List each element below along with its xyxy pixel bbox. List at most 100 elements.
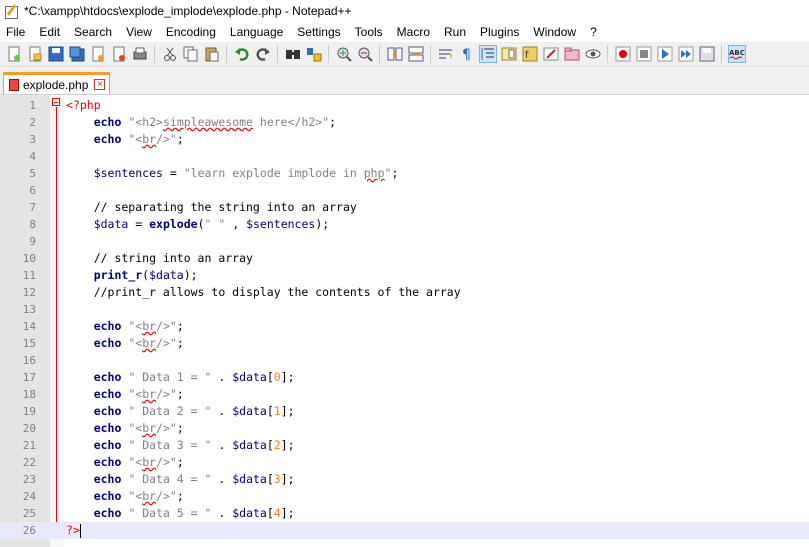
zoom-in-icon[interactable] [336,46,352,62]
record-macro-icon[interactable] [615,46,631,62]
menu-tools[interactable]: Tools [348,22,390,42]
undo-icon[interactable] [234,46,250,62]
menu-settings[interactable]: Settings [290,22,347,42]
toolbar-separator [430,45,431,63]
code-line[interactable]: 7 // separating the string into an array [0,199,809,216]
save-macro-icon[interactable] [699,46,715,62]
code-line[interactable]: 18 echo "<br/>"; [0,386,809,403]
play-macro-icon[interactable] [657,46,673,62]
code-text: // string into an array [66,251,253,265]
code-text: print_r($data); [93,268,198,282]
code-line[interactable]: 6 [0,182,809,199]
menu-macro[interactable]: Macro [390,22,437,42]
code-text: echo " Data 2 = " . $data[1]; [93,404,295,418]
cut-icon[interactable] [162,46,178,62]
paste-icon[interactable] [204,46,220,62]
menu-file[interactable]: File [0,22,32,42]
menu-encoding[interactable]: Encoding [159,22,223,42]
notepadpp-app-icon [4,4,18,19]
code-line[interactable]: 14 echo "<br/>"; [0,318,809,335]
code-line[interactable]: 22 echo "<br/>"; [0,454,809,471]
close-all-icon[interactable] [111,46,127,62]
doc-map-icon[interactable] [501,46,517,62]
window-title: *C:\xampp\htdocs\explode_implode\explode… [24,4,352,18]
code-line[interactable]: 5 $sentences = "learn explode implode in… [0,165,809,182]
code-line[interactable]: 17 echo " Data 1 = " . $data[0]; [0,369,809,386]
close-icon[interactable] [90,46,106,62]
line-number: 4 [29,150,36,163]
tab-close-icon[interactable]: × [94,79,106,90]
code-text: echo "<br/>"; [93,336,184,350]
open-file-icon[interactable] [27,46,43,62]
menu-search[interactable]: Search [67,22,119,42]
code-line[interactable]: 1 <?php [0,97,809,114]
code-line[interactable]: 8 $data = explode(" " , $sentences); [0,216,809,233]
toolbar: ¶ f ABC [0,42,809,67]
code-line[interactable]: 9 [0,233,809,250]
code-line[interactable]: 3 echo "<br/>"; [0,131,809,148]
code-text: $data = explode(" " , $sentences); [93,217,330,231]
line-number: 5 [29,167,36,180]
code-editor[interactable]: 1 <?php 2 echo "<h2>simpleawesome here</h… [0,94,809,547]
menu-help[interactable]: ? [583,22,604,42]
sync-vertical-icon[interactable] [387,46,403,62]
folder-workspace-icon[interactable] [543,46,559,62]
code-line[interactable]: 10 // string into an array [0,250,809,267]
code-line[interactable]: 23 echo " Data 4 = " . $data[3]; [0,471,809,488]
indent-guide-icon[interactable] [479,45,497,63]
code-line[interactable]: 2 echo "<h2>simpleawesome here</h2>"; [0,114,809,131]
line-number: 25 [22,507,36,520]
line-number: 14 [22,320,36,333]
spell-check-icon[interactable]: ABC [728,45,746,63]
code-text: $sentences = "learn explode implode in p… [93,166,399,180]
menu-view[interactable]: View [119,22,159,42]
code-line[interactable]: 25 echo " Data 5 = " . $data[4]; [0,505,809,522]
replace-icon[interactable] [306,46,322,62]
run-macro-multiple-icon[interactable] [678,46,694,62]
stop-record-icon[interactable] [636,46,652,62]
code-line[interactable]: 15 echo "<br/>"; [0,335,809,352]
menu-language[interactable]: Language [223,22,290,42]
print-icon[interactable] [132,46,148,62]
document-list-icon[interactable] [564,46,580,62]
code-line[interactable]: 16 [0,352,809,369]
sync-horizontal-icon[interactable] [408,46,424,62]
menu-plugins[interactable]: Plugins [473,22,526,42]
line-number: 2 [29,116,36,129]
code-line[interactable]: 12 //print_r allows to display the conte… [0,284,809,301]
line-number: 16 [22,354,36,367]
code-line[interactable]: 11 print_r($data); [0,267,809,284]
toolbar-separator [379,45,380,63]
function-list-icon[interactable]: f [522,46,538,62]
find-icon[interactable] [285,46,301,62]
save-all-icon[interactable] [69,46,85,62]
code-line[interactable]: 24 echo "<br/>"; [0,488,809,505]
code-text: echo "<br/>"; [93,489,184,503]
line-number: 10 [22,252,36,265]
word-wrap-icon[interactable] [438,46,454,62]
code-line[interactable]: 19 echo " Data 2 = " . $data[1]; [0,403,809,420]
code-text: //print_r allows to display the contents… [66,285,461,299]
code-line[interactable]: 20 echo "<br/>"; [0,420,809,437]
line-number: 24 [22,490,36,503]
monitoring-icon[interactable] [585,46,601,62]
line-number: 22 [22,456,36,469]
toolbar-separator [154,45,155,63]
line-number: 15 [22,337,36,350]
zoom-out-icon[interactable] [357,46,373,62]
menu-edit[interactable]: Edit [32,22,67,42]
toolbar-separator [277,45,278,63]
code-line[interactable]: 21 echo " Data 3 = " . $data[2]; [0,437,809,454]
tab-explode-php[interactable]: explode.php × [3,72,111,94]
redo-icon[interactable] [255,46,271,62]
menu-window[interactable]: Window [526,22,583,42]
code-line[interactable]: 13 [0,301,809,318]
code-line[interactable]: 4 [0,148,809,165]
code-line-current[interactable]: 26 ?> [0,522,809,539]
show-all-chars-icon[interactable]: ¶ [459,46,475,63]
save-icon[interactable] [48,46,64,62]
line-number: 8 [29,218,36,231]
copy-icon[interactable] [183,46,199,62]
new-file-icon[interactable] [6,46,22,62]
menu-run[interactable]: Run [437,22,473,42]
